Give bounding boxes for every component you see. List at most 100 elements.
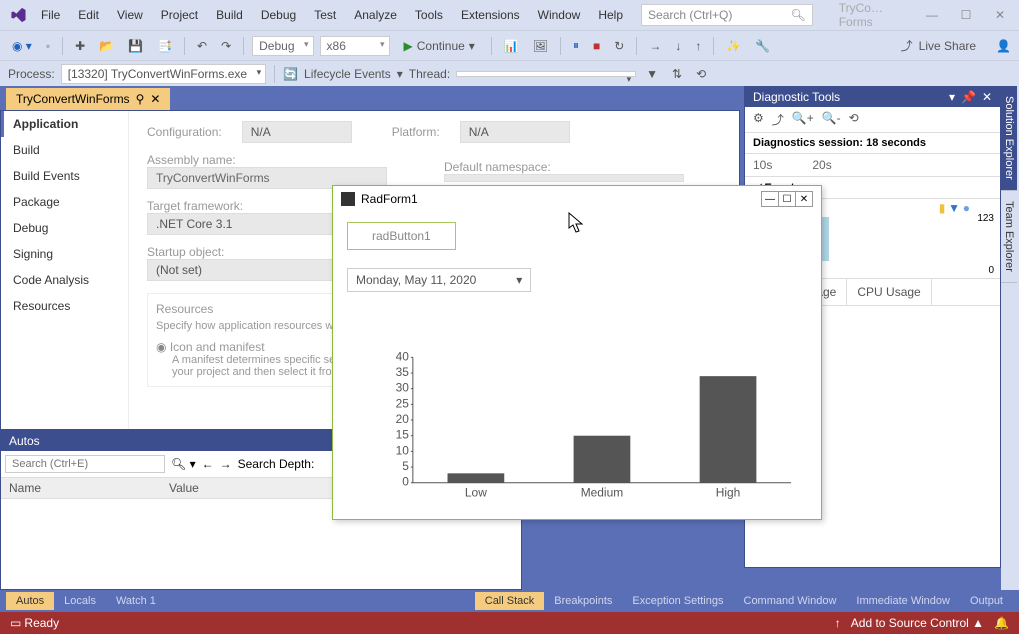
nav-right-icon[interactable]: →	[220, 457, 232, 471]
menu-project[interactable]: Project	[153, 4, 206, 26]
radio-icon[interactable]: ◉	[156, 340, 166, 354]
restart-button[interactable]: ↻	[610, 37, 628, 55]
stop-button[interactable]: ■	[589, 37, 604, 55]
vtab-solution-explorer[interactable]: Solution Explorer	[1001, 86, 1017, 191]
thread-combo[interactable]	[456, 71, 636, 77]
prop-tab-debug[interactable]: Debug	[1, 215, 128, 241]
feedback-icon[interactable]: 👤	[996, 39, 1011, 53]
thread-sort-icon[interactable]: ⇅	[668, 65, 686, 83]
step-into-button[interactable]: →	[645, 37, 665, 55]
btm-tab-autos[interactable]: Autos	[6, 592, 54, 610]
btm-tab-command[interactable]: Command Window	[734, 592, 847, 610]
nav-fwd-button[interactable]: ◦	[42, 37, 54, 55]
minimize-button[interactable]: —	[917, 8, 947, 22]
diag-export-icon[interactable]: ⤴	[772, 111, 784, 128]
continue-button[interactable]: ▶Continue ▾	[396, 37, 483, 55]
radform-titlebar[interactable]: RadForm1 — ☐ ✕	[333, 186, 821, 212]
tb-icon-2[interactable]: 🖼	[529, 37, 552, 55]
prop-tab-signing[interactable]: Signing	[1, 241, 128, 267]
btm-tab-watch[interactable]: Watch 1	[106, 592, 166, 610]
live-share[interactable]: ⤴ Live Share 👤	[901, 37, 1011, 54]
diag-close-icon[interactable]: ✕	[982, 90, 992, 104]
menu-build[interactable]: Build	[208, 4, 251, 26]
source-control-button[interactable]: Add to Source Control ▲	[851, 616, 984, 630]
prop-tab-resources[interactable]: Resources	[1, 293, 128, 319]
diag-gear-icon[interactable]: ⚙	[753, 111, 764, 128]
prop-tab-build[interactable]: Build	[1, 137, 128, 163]
menu-test[interactable]: Test	[306, 4, 344, 26]
btm-tab-immediate[interactable]: Immediate Window	[846, 592, 960, 610]
close-button[interactable]: ✕	[985, 8, 1015, 22]
thread-filter-icon[interactable]: ▼	[642, 65, 662, 83]
pause-button[interactable]: ⏸	[569, 36, 583, 55]
quick-launch-search[interactable]: Search (Ctrl+Q) 🔍︎	[641, 4, 813, 26]
lifecycle-label[interactable]: Lifecycle Events	[304, 67, 391, 81]
notifications-icon[interactable]: 🔔	[994, 616, 1009, 630]
live-share-icon: ⤴	[901, 37, 913, 54]
targetfw-field[interactable]: .NET Core 3.1	[147, 213, 347, 235]
btm-tab-locals[interactable]: Locals	[54, 592, 106, 610]
tab-close-icon[interactable]: ✕	[150, 92, 160, 106]
step-over-button[interactable]: ↓	[671, 37, 685, 55]
save-all-button[interactable]: 📑	[153, 37, 176, 55]
prop-tab-package[interactable]: Package	[1, 189, 128, 215]
prop-tab-codeanalysis[interactable]: Code Analysis	[1, 267, 128, 293]
menu-view[interactable]: View	[109, 4, 151, 26]
diag-zoomin-icon[interactable]: 🔍+	[792, 111, 814, 128]
menu-window[interactable]: Window	[530, 4, 589, 26]
diag-reset-icon[interactable]: ⟲	[849, 111, 859, 128]
radform-max-button[interactable]: ☐	[778, 191, 796, 207]
lifecycle-icon[interactable]: 🔄	[283, 67, 298, 81]
btm-tab-exception[interactable]: Exception Settings	[622, 592, 733, 610]
menu-tools[interactable]: Tools	[407, 4, 451, 26]
startup-field[interactable]: (Not set)	[147, 259, 347, 281]
marker-blue-icon: ▼	[948, 201, 960, 215]
config-field[interactable]: N/A	[242, 121, 352, 143]
new-item-button[interactable]: ✚	[71, 37, 89, 55]
tab-cpu[interactable]: CPU Usage	[847, 279, 931, 305]
autos-search-input[interactable]	[5, 455, 165, 473]
col-name[interactable]: Name	[1, 478, 161, 498]
menu-file[interactable]: File	[33, 4, 68, 26]
rad-button-1[interactable]: radButton1	[347, 222, 456, 250]
tb-icon-1[interactable]: 📊	[500, 37, 523, 55]
menu-help[interactable]: Help	[590, 4, 631, 26]
diag-zoomout-icon[interactable]: 🔍-	[822, 111, 841, 128]
defaultns-field[interactable]	[444, 174, 684, 182]
menu-edit[interactable]: Edit	[70, 4, 107, 26]
open-button[interactable]: 📂	[95, 37, 118, 55]
btm-tab-breakpoints[interactable]: Breakpoints	[544, 592, 622, 610]
search-icon[interactable]: 🔍︎ ▾	[171, 457, 196, 471]
process-combo[interactable]: [13320] TryConvertWinForms.exe	[61, 64, 266, 84]
btm-tab-callstack[interactable]: Call Stack	[475, 592, 545, 610]
diag-dropdown-icon[interactable]: ▾	[949, 90, 955, 104]
nav-left-icon[interactable]: ←	[202, 457, 214, 471]
platform-combo[interactable]: x86	[320, 36, 390, 56]
vtab-team-explorer[interactable]: Team Explorer	[1001, 191, 1017, 283]
prop-tab-buildevents[interactable]: Build Events	[1, 163, 128, 189]
publish-icon[interactable]: ↑	[835, 616, 841, 630]
menu-extensions[interactable]: Extensions	[453, 4, 528, 26]
radform-close-button[interactable]: ✕	[795, 191, 813, 207]
tb-icon-3[interactable]: ✨	[722, 37, 745, 55]
radform-min-button[interactable]: —	[761, 191, 779, 207]
thread-refresh-icon[interactable]: ⟲	[692, 65, 710, 83]
save-button[interactable]: 💾	[124, 37, 147, 55]
undo-button[interactable]: ↶	[193, 37, 211, 55]
config-combo[interactable]: Debug	[252, 36, 313, 56]
maximize-button[interactable]: ☐	[951, 8, 981, 22]
rad-datepicker[interactable]: Monday, May 11, 2020 ▾	[347, 268, 531, 292]
chevron-down-icon[interactable]: ▾	[516, 273, 522, 287]
step-out-button[interactable]: ↑	[691, 37, 705, 55]
diag-pin-icon[interactable]: 📌	[961, 90, 976, 104]
doc-tab-active[interactable]: TryConvertWinForms ⚲ ✕	[6, 88, 170, 110]
menu-debug[interactable]: Debug	[253, 4, 304, 26]
tb-icon-4[interactable]: 🔧	[751, 37, 774, 55]
pin-icon[interactable]: ⚲	[136, 92, 145, 106]
btm-tab-output[interactable]: Output	[960, 592, 1013, 610]
platform-field[interactable]: N/A	[460, 121, 570, 143]
nav-back-button[interactable]: ◉ ▾	[8, 37, 36, 55]
menu-analyze[interactable]: Analyze	[346, 4, 405, 26]
redo-button[interactable]: ↷	[217, 37, 235, 55]
prop-tab-application[interactable]: Application	[1, 111, 128, 137]
